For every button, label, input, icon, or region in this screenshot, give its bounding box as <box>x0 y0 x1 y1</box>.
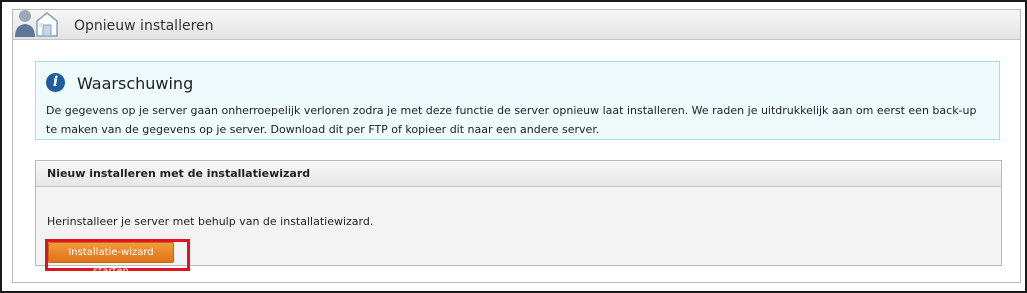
panel-title: Opnieuw installeren <box>74 18 214 34</box>
panel-header: Opnieuw installeren <box>13 10 1020 40</box>
wizard-section-header: Nieuw installeren met de installatiewiza… <box>36 161 1001 187</box>
warning-box: i Waarschuwing De gegevens op je server … <box>35 61 1000 140</box>
warning-text: De gegevens op je server gaan onherroepe… <box>46 104 977 136</box>
reinstall-panel: Opnieuw installeren i Waarschuwing De ge… <box>12 9 1021 283</box>
wizard-section-description: Herinstalleer je server met behulp van d… <box>47 215 374 228</box>
start-wizard-button[interactable]: Installatie-wizard starten <box>48 242 174 277</box>
wizard-section-title: Nieuw installeren met de installatiewiza… <box>47 167 311 180</box>
warning-title: Waarschuwing <box>77 74 194 93</box>
info-icon: i <box>46 73 65 92</box>
wizard-section: Nieuw installeren met de installatiewiza… <box>35 160 1002 277</box>
user-server-icon <box>15 10 58 37</box>
screenshot-frame: Opnieuw installeren i Waarschuwing De ge… <box>0 0 1027 293</box>
